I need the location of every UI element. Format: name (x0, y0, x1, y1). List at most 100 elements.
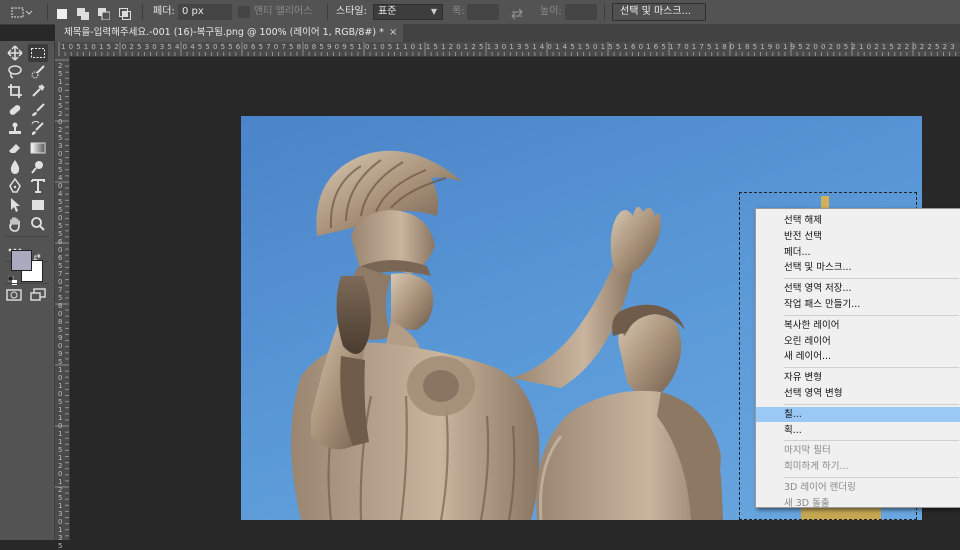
width-input[interactable] (467, 4, 499, 20)
chevron-down-icon: ▼ (430, 7, 437, 16)
marquee-preset-icon[interactable] (11, 5, 33, 18)
stamp-icon[interactable] (5, 120, 25, 138)
menu-item-label: 페더... (784, 246, 811, 258)
ruler-label: 1 (760, 43, 765, 51)
type-icon[interactable] (28, 177, 48, 195)
brush-icon[interactable] (28, 101, 48, 119)
feather-input[interactable]: 0 px (178, 4, 232, 20)
ruler-label: 5 (58, 230, 63, 238)
healing-brush-icon[interactable] (5, 101, 25, 119)
ruler-label: 3 (950, 43, 955, 51)
menu-item[interactable]: 선택 영역 저장... (756, 281, 960, 296)
quick-select-icon[interactable] (28, 63, 48, 81)
style-select[interactable]: 표준 ▼ (373, 4, 443, 20)
dodge-icon[interactable] (28, 158, 48, 176)
menu-item[interactable]: 자유 변형 (756, 370, 960, 385)
ruler-label: 2 (927, 43, 932, 51)
ruler-label: 5 (258, 43, 264, 51)
ruler-label: 1 (395, 43, 400, 51)
ruler-label: 1 (99, 43, 104, 51)
menu-item[interactable]: 복사한 레이어 (756, 318, 960, 333)
ruler-label: 2 (874, 43, 879, 51)
eraser-icon[interactable] (5, 139, 25, 157)
antialias-checkbox[interactable] (238, 6, 250, 18)
height-input[interactable] (565, 4, 597, 20)
ruler-label: 5 (433, 43, 438, 51)
ruler-label: 5 (58, 494, 63, 502)
quick-mask-icon[interactable] (4, 286, 24, 304)
rectangle-shape-icon[interactable] (28, 196, 48, 214)
ruler-label: 2 (805, 43, 811, 51)
default-colors-icon[interactable] (7, 271, 18, 285)
ruler-label: 6 (58, 254, 63, 262)
ruler-label: 5 (661, 43, 666, 51)
ruler-label: 5 (843, 43, 849, 51)
menu-item[interactable]: 새 레이어... (756, 349, 960, 364)
history-brush-icon[interactable] (28, 120, 48, 138)
ruler-label: 3 (517, 43, 522, 51)
eyedropper-icon[interactable] (28, 82, 48, 100)
menu-item[interactable]: 오린 레이어 (756, 334, 960, 349)
ruler-label: 5 (387, 43, 393, 51)
intersect-selection-icon[interactable] (119, 5, 131, 20)
ruler-label: 1 (425, 43, 431, 51)
ruler-label: 0 (593, 43, 598, 51)
ruler-label: 0 (58, 342, 63, 350)
ruler-label: 5 (608, 43, 613, 51)
menu-item[interactable]: 칠... (756, 406, 960, 422)
ruler-label: 5 (319, 43, 324, 51)
ruler-label: 4 (562, 43, 568, 51)
screen-mode-icon[interactable] (28, 286, 48, 304)
subtract-selection-icon[interactable] (98, 5, 111, 21)
document-tab[interactable]: 제목을-입력해주세요.-001 (16)-복구됨.png @ 100% (레이어… (55, 24, 403, 42)
ruler-label: 0 (380, 43, 385, 51)
menu-item[interactable]: 작업 패스 만들기... (756, 297, 960, 312)
rect-marquee-icon[interactable] (28, 44, 48, 62)
feather-label: 페더: (153, 6, 175, 17)
menu-item[interactable]: 반전 선택 (756, 229, 960, 244)
menu-item[interactable]: 선택 해제 (756, 213, 960, 228)
height-label: 높이: (540, 6, 562, 17)
ruler-label: 3 (494, 43, 499, 51)
ruler-label: 9 (342, 43, 347, 51)
foreground-color-swatch[interactable] (11, 250, 32, 271)
antialias-label: 앤티 앨리어스 (254, 6, 313, 17)
zoom-icon[interactable] (28, 215, 48, 233)
ruler-label: 0 (58, 422, 63, 430)
ruler-label: 1 (58, 502, 63, 510)
close-icon[interactable]: × (389, 26, 397, 40)
ruler-label: 3 (58, 158, 63, 166)
ruler-label: 4 (58, 174, 63, 182)
ruler-label: 1 (486, 43, 492, 51)
ruler-label: 1 (403, 43, 408, 51)
menu-item[interactable]: 선택 영역 변형 (756, 386, 960, 401)
hand-icon[interactable] (5, 215, 25, 233)
blur-icon[interactable] (5, 158, 25, 176)
ruler-label: 0 (58, 470, 63, 478)
swap-colors-icon[interactable] (33, 248, 43, 262)
ruler-label: 5 (479, 43, 484, 51)
swap-dimensions-icon[interactable] (510, 5, 523, 20)
move-icon[interactable] (5, 44, 25, 62)
new-selection-icon[interactable] (56, 5, 68, 19)
menu-item[interactable]: 선택 및 마스크... (756, 260, 960, 275)
ruler-label: 0 (821, 43, 826, 51)
ruler-label: 0 (58, 310, 63, 318)
menu-item-label: 3D 레이어 렌더링 (784, 482, 856, 493)
gradient-icon[interactable] (28, 139, 48, 157)
select-mask-button[interactable]: 선택 및 마스크... (612, 3, 706, 21)
ruler-label: 6 (251, 43, 256, 51)
crop-icon[interactable] (5, 82, 25, 100)
menu-separator (784, 403, 959, 405)
ruler-label: 0 (58, 278, 63, 286)
path-select-icon[interactable] (5, 196, 25, 214)
pen-icon[interactable] (5, 177, 25, 195)
ruler-label: 7 (58, 286, 63, 294)
ruler-label: 0 (334, 43, 340, 51)
ruler-label: 1 (783, 43, 788, 51)
menu-separator (784, 440, 959, 442)
add-selection-icon[interactable] (77, 5, 89, 20)
lasso-icon[interactable] (5, 63, 25, 81)
menu-item[interactable]: 페더... (756, 245, 960, 260)
menu-item[interactable]: 획... (756, 423, 960, 438)
